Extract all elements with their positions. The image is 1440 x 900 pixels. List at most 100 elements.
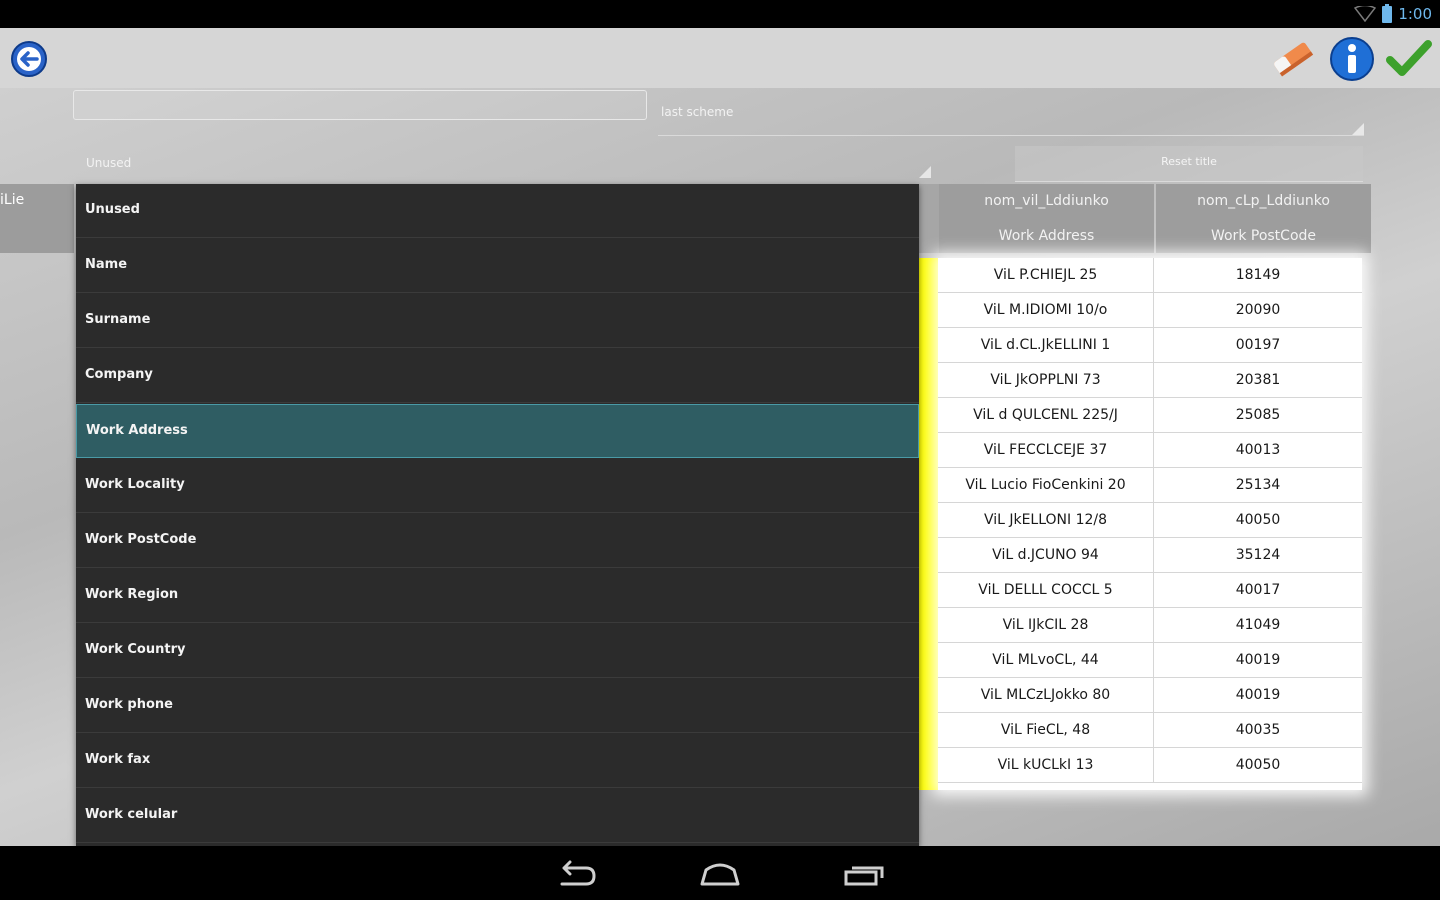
field-dropdown-list[interactable]: Unused Name Surname Company Work Address Work… [76, 184, 919, 846]
address-cell: ViL JkOPPLNI 73 [938, 363, 1154, 398]
dropdown-item[interactable]: Name [76, 239, 919, 293]
navigation-bar [0, 846, 1440, 900]
left-column-header-label: iLie [0, 192, 25, 208]
table-row[interactable]: ViL d.JCUNO 94 35124 [938, 538, 1362, 573]
scheme-name-input[interactable] [73, 90, 647, 120]
postcode-cell: 41049 [1235, 617, 1281, 633]
address-cell: ViL d QULCENL 225/J [938, 398, 1154, 433]
left-column-header[interactable]: iLie [0, 184, 74, 253]
dropdown-item[interactable]: Unused [76, 184, 919, 238]
dropdown-item[interactable]: Surname [76, 294, 919, 348]
column-field-name: nom_cLp_Lddiunko [1197, 193, 1330, 209]
column-field-label: Unused [86, 156, 132, 170]
column-header-address[interactable]: nom_vil_Lddiunko Work Address [939, 184, 1154, 253]
postcode-cell: 40019 [1235, 687, 1281, 703]
content-area: last scheme Unused Reset title iLie nom_… [0, 88, 1440, 846]
nav-back-icon[interactable] [554, 860, 598, 888]
postcode-cell: 25134 [1235, 477, 1281, 493]
dropdown-item-label: Company [85, 367, 153, 382]
postcode-cell: 00197 [1235, 337, 1281, 353]
eraser-icon[interactable] [1270, 36, 1316, 82]
postcode-cell: 40050 [1235, 512, 1281, 528]
table-row[interactable]: ViL MLCzLJokko 80 40019 [938, 678, 1362, 713]
dropdown-item[interactable]: Work Address [76, 404, 919, 458]
dropdown-item[interactable]: Company [76, 349, 919, 403]
dropdown-item-label: Surname [85, 312, 151, 327]
table-row[interactable]: ViL IJkCIL 28 41049 [938, 608, 1362, 643]
postcode-cell: 20381 [1235, 372, 1281, 388]
address-cell: ViL FieCL, 48 [938, 713, 1154, 748]
address-cell: ViL IJkCIL 28 [938, 608, 1154, 643]
dropdown-item[interactable]: Work phone [76, 679, 919, 733]
action-bar [0, 28, 1440, 88]
dropdown-item-label: Work celular [85, 807, 178, 822]
postcode-cell: 40017 [1235, 582, 1281, 598]
status-icons: 1:00 [1354, 3, 1432, 24]
address-cell: ViL d.CL.JkELLINI 1 [938, 328, 1154, 363]
header-gap [918, 184, 939, 253]
table-row[interactable]: ViL FieCL, 48 40035 [938, 713, 1362, 748]
table-row[interactable]: ViL DELLL COCCL 5 40017 [938, 573, 1362, 608]
scheme-underline [658, 135, 1364, 136]
column-field-spinner[interactable]: Unused [73, 150, 931, 180]
address-cell: ViL FECCLCEJE 37 [938, 433, 1154, 468]
table-row[interactable]: ViL kUCLkI 13 40050 [938, 748, 1362, 783]
postcode-cell: 40019 [1235, 652, 1281, 668]
battery-icon [1382, 3, 1393, 23]
reset-title-button[interactable]: Reset title [1015, 146, 1363, 182]
dropdown-item[interactable]: Work fax [76, 734, 919, 788]
dropdown-item-label: Work Locality [85, 477, 185, 492]
table-row[interactable]: ViL MLvoCL, 44 40019 [938, 643, 1362, 678]
scheme-dropdown-indicator[interactable] [1352, 123, 1364, 135]
column-field-name: nom_vil_Lddiunko [984, 193, 1109, 209]
info-icon[interactable] [1329, 36, 1375, 82]
dropdown-item[interactable]: Work PostCode [76, 514, 919, 568]
postcode-cell: 20090 [1235, 302, 1281, 318]
dropdown-item-label: Work Country [85, 642, 186, 657]
nav-home-icon[interactable] [698, 860, 742, 888]
dropdown-item-label: Name [85, 257, 128, 272]
dropdown-item-label: Work Region [85, 587, 179, 602]
dropdown-item[interactable]: Work Country [76, 624, 919, 678]
address-cell: ViL DELLL COCCL 5 [938, 573, 1154, 608]
table-row[interactable]: ViL d.CL.JkELLINI 1 00197 [938, 328, 1362, 363]
table-row[interactable]: ViL JkELLONI 12/8 40050 [938, 503, 1362, 538]
dropdown-item-label: Work fax [85, 752, 151, 767]
status-time: 1:00 [1398, 5, 1432, 23]
dropdown-item-label: Work PostCode [85, 532, 197, 547]
table-row[interactable]: ViL d QULCENL 225/J 25085 [938, 398, 1362, 433]
table-row[interactable]: ViL FECCLCEJE 37 40013 [938, 433, 1362, 468]
reset-title-label: Reset title [1161, 155, 1217, 168]
address-cell: ViL kUCLkI 13 [938, 748, 1154, 783]
table-row[interactable]: ViL M.IDIOMI 10/o 20090 [938, 293, 1362, 328]
table-row[interactable]: ViL Lucio FioCenkini 20 25134 [938, 468, 1362, 503]
data-table: ViL P.CHIEJL 25 18149 ViL M.IDIOMI 10/o 200… [938, 258, 1362, 790]
dropdown-item-label: Unused [85, 202, 140, 217]
column-title: Work PostCode [1210, 228, 1317, 244]
column-title: Work Address [998, 228, 1095, 244]
postcode-cell: 35124 [1235, 547, 1281, 563]
address-cell: ViL JkELLONI 12/8 [938, 503, 1154, 538]
back-arrow-icon[interactable] [10, 40, 48, 78]
address-cell: ViL P.CHIEJL 25 [938, 258, 1154, 293]
postcode-cell: 40013 [1235, 442, 1281, 458]
dropdown-item[interactable]: Work Region [76, 569, 919, 623]
dropdown-item[interactable]: Work Locality [76, 459, 919, 513]
wifi-icon [1354, 6, 1377, 22]
status-bar: 1:00 [0, 0, 1440, 28]
address-cell: ViL Lucio FioCenkini 20 [938, 468, 1154, 503]
address-cell: ViL MLvoCL, 44 [938, 643, 1154, 678]
dropdown-item[interactable]: Work celular [76, 789, 919, 843]
dropdown-item-label: Work phone [85, 697, 173, 712]
table-row[interactable]: ViL JkOPPLNI 73 20381 [938, 363, 1362, 398]
table-row[interactable]: ViL P.CHIEJL 25 18149 [938, 258, 1362, 293]
column-header-postcode[interactable]: nom_cLp_Lddiunko Work PostCode [1156, 184, 1371, 253]
nav-recents-icon[interactable] [842, 860, 886, 888]
dropdown-item-label: Work Address [86, 423, 188, 438]
postcode-cell: 40050 [1235, 757, 1281, 773]
postcode-cell: 40035 [1235, 722, 1281, 738]
checkmark-icon[interactable] [1386, 36, 1432, 82]
address-cell: ViL d.JCUNO 94 [938, 538, 1154, 573]
scheme-selector-label[interactable]: last scheme [661, 105, 733, 119]
postcode-cell: 25085 [1235, 407, 1281, 423]
